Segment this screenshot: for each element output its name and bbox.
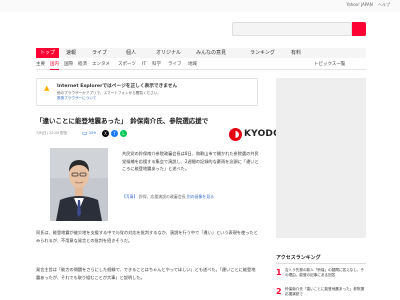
article-paragraph: 同氏は、能登地震が被災地を支援する中で与党の対応を批判するなか、演説を行う中で「… [36,230,258,243]
yahoo-japan-link[interactable]: Yahoo! JAPAN [346,2,372,7]
ranking-title: アクセスランキング [276,254,366,264]
search-button[interactable] [352,22,366,36]
warning-body: 他のブラウザーかアプリで、スマートフォンから閲覧ください。 推奨ブラウザーについ… [57,91,251,101]
category-nav: 主要 国内 国際 経済 エンタメ スポーツ IT 科学 ライフ 地域 トピックス… [36,60,366,70]
site-logo[interactable] [36,20,108,38]
category-entertainment[interactable]: エンタメ [92,61,110,69]
tab-paid[interactable]: 有料 [291,48,301,58]
category-life[interactable]: ライフ [168,61,182,69]
ranking-headline[interactable]: 吉トラ先発の新人「鈴保」の疑問に答えなし、その理由。能登の記事にある回答 [285,268,365,278]
category-science[interactable]: 科学 [152,61,161,69]
browser-warning-banner: ▲ Internet Explorerではページを正しく表示できません 他のブラ… [36,78,258,106]
ranking-number: 1 [276,268,282,277]
help-link[interactable]: ヘルプ [378,2,390,7]
article-meta: 7/8(日) 22:45 配信 ▭ 259 X f L [36,130,186,138]
kyodo-logo-icon [229,128,242,141]
comment-icon[interactable]: ▭ [82,130,88,137]
tab-personal[interactable]: 個人 [126,48,136,58]
photo-caption: 【写真】 鈴保、応援演説の政審会長 別の画像を見る [122,193,258,200]
utility-links: Yahoo! JAPAN ヘルプ [342,2,390,8]
warning-text: 他のブラウザーかアプリで、スマートフォンから閲覧ください。 [57,90,161,95]
tab-top[interactable]: トップ [36,48,60,58]
recommended-browser-link[interactable]: 推奨ブラウザーについて [57,96,96,100]
category-region[interactable]: 地域 [188,61,197,69]
tab-opinions[interactable]: みんなの意見 [196,48,226,58]
top-utility-bar: Yahoo! JAPAN ヘルプ [0,0,400,12]
category-domestic[interactable]: 国内 [50,61,59,70]
ranking-number: 2 [276,287,282,296]
portrait-image [50,148,108,221]
article-photo[interactable] [50,148,108,221]
tab-breaking[interactable]: 速報 [66,48,76,58]
caption-prefix[interactable]: 【写真】 [122,194,138,199]
category-economy[interactable]: 経済 [78,61,87,69]
more-images-link[interactable]: 別の画像を見る [187,194,214,199]
line-share-icon[interactable]: L [120,130,127,137]
article-headline: 「違いことに能登地震あった」 鈴保南介氏、参院選応援で [36,117,209,125]
facebook-share-icon[interactable]: f [111,130,118,137]
category-sports[interactable]: スポーツ [118,61,136,69]
article-lead: 共民党の鈴保南介参院政審会長は8日、和歌山市で開かれた参院選の共民党候補を応援す… [122,151,259,171]
warning-icon: ▲ [44,84,50,92]
article-paragraph: 発言主旨は「能力の問題をさらにした経験で、できることはちゃんとやってほしい」とも… [36,267,256,280]
x-share-icon[interactable]: X [102,130,109,137]
tab-original[interactable]: オリジナル [156,48,181,58]
topics-list-link[interactable]: トピックス一覧 [314,61,345,69]
article-date: 7/8(日) 22:45 配信 [36,131,68,135]
caption-body: 鈴保、応援演説の政審会長 [138,194,186,199]
search-input[interactable] [232,22,352,36]
category-international[interactable]: 国際 [64,61,73,69]
tab-live[interactable]: ライブ [92,48,107,58]
tab-ranking[interactable]: ランキング [250,48,275,58]
warning-title: Internet Explorerではページを正しく表示できません [57,84,178,89]
category-main[interactable]: 主要 [36,61,45,69]
main-nav: トップ 速報 ライブ 個人 オリジナル みんなの意見 ランキング 有料 [36,48,366,58]
sidebar-ad-placeholder [276,78,366,238]
ranking-headline[interactable]: 鈴保南介氏「違いことに能登地震あった」参院選応援演説で [285,287,365,297]
comment-count[interactable]: 259 [89,131,96,135]
category-it[interactable]: IT [142,61,146,69]
